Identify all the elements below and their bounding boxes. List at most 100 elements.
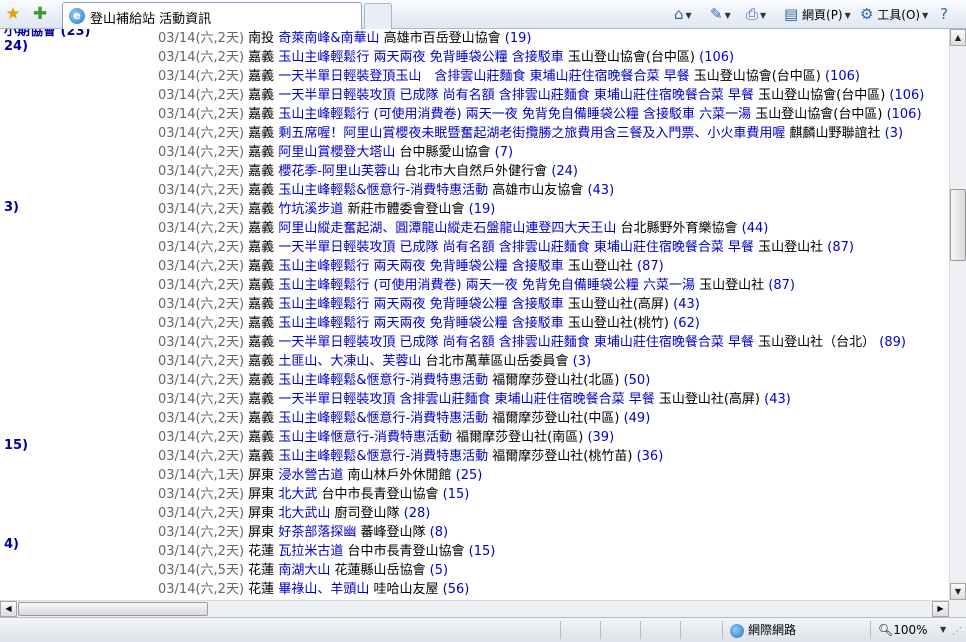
activity-count-link[interactable]: (50) <box>624 373 651 388</box>
activity-link[interactable]: 玉山主峰輕鬆行 兩天兩夜 免背睡袋公糧 含接駁車 <box>278 316 563 331</box>
security-zone[interactable]: 網際網路 <box>730 621 796 639</box>
activity-link[interactable]: 玉山主峰愜意行-消費特惠活動 <box>278 430 452 445</box>
activity-count-link[interactable]: (3) <box>885 126 903 141</box>
activity-link[interactable]: 櫻花季-阿里山芙蓉山 <box>278 164 400 179</box>
page-menu-button[interactable]: ▤ 網頁(P) ▼ <box>784 4 851 24</box>
scroll-thumb[interactable] <box>950 189 966 261</box>
activity-count-link[interactable]: (106) <box>699 50 734 65</box>
activity-count-link[interactable]: (39) <box>587 430 614 445</box>
activity-date: 03/14(六,2天) <box>158 297 245 312</box>
activity-link[interactable]: 剩五席喔！阿里山賞櫻夜未眠暨奮起湖老街攬勝之旅費用含三餐及入門票、小火車費用喔 <box>278 126 785 141</box>
activity-region: 嘉義 <box>248 50 275 65</box>
chevron-down-icon[interactable]: ▼ <box>940 621 946 639</box>
activity-link[interactable]: 瓦拉米古道 <box>278 544 343 559</box>
activity-count-link[interactable]: (87) <box>827 240 854 255</box>
activity-link[interactable]: 玉山主峰輕鬆&愜意行-消費特惠活動 <box>278 373 488 388</box>
favorites-star-icon[interactable]: ★ <box>3 4 23 24</box>
activity-link[interactable]: 北大武山 <box>278 506 330 521</box>
status-bar: 網際網路 🔍︎100% ▼ ⋰ <box>0 617 966 642</box>
activity-link[interactable]: 北大武 <box>278 487 317 502</box>
zoom-level[interactable]: 🔍︎100% <box>878 621 928 639</box>
scroll-down-button[interactable]: ▼ <box>950 583 966 600</box>
activity-link[interactable]: 南湖大山 <box>278 563 330 578</box>
add-favorite-icon[interactable]: ✚ <box>30 4 50 24</box>
scroll-up-button[interactable]: ▲ <box>950 29 966 46</box>
activity-count-link[interactable]: (19) <box>505 31 532 46</box>
activity-count-link[interactable]: (43) <box>764 392 791 407</box>
activity-count-link[interactable]: (5) <box>430 563 448 578</box>
list-item: 03/14(六,2天) 嘉義 玉山主峰輕鬆行 兩天兩夜 免背睡袋公糧 含接駁車 … <box>158 295 700 314</box>
activity-link[interactable]: 玉山主峰輕鬆行 (可使用消費卷) 兩天一夜 免背免自備睡袋公糧 六菜一湯 <box>278 278 695 293</box>
activity-count-link[interactable]: (7) <box>495 145 513 160</box>
tools-menu-button[interactable]: ⚙ 工具(O) ▼ <box>860 4 928 24</box>
activity-region: 嘉義 <box>248 411 275 426</box>
activity-link[interactable]: 玉山主峰輕鬆行 兩天兩夜 免背睡袋公糧 含接駁車 <box>278 50 563 65</box>
feeds-button[interactable]: ✎ ▼ <box>710 4 731 24</box>
activity-link[interactable]: 阿里山賞櫻登大塔山 <box>278 145 395 160</box>
activity-count-link[interactable]: (25) <box>456 468 483 483</box>
scroll-left-button[interactable]: ◀ <box>0 601 17 617</box>
tools-menu-label: 工具(O) <box>877 8 921 22</box>
pen-icon: ✎ <box>710 5 723 23</box>
activity-count-link[interactable]: (28) <box>404 506 431 521</box>
print-button[interactable]: ⎙ ▼ <box>746 4 766 24</box>
activity-count-link[interactable]: (106) <box>889 88 924 103</box>
activity-count-link[interactable]: (43) <box>587 183 614 198</box>
activity-link[interactable]: 竹坑溪步道 <box>278 202 343 217</box>
activity-count-link[interactable]: (106) <box>825 69 860 84</box>
scroll-right-button[interactable]: ▶ <box>932 601 949 617</box>
activity-organizer: 台中市長青登山協會 <box>347 544 465 559</box>
activity-link[interactable]: 土匪山、大凍山、芙蓉山 <box>278 354 421 369</box>
horizontal-scrollbar[interactable]: ◀ ▶ <box>0 600 949 617</box>
left-partial-text: 小期協會 (23) <box>4 29 91 39</box>
activity-link[interactable]: 一天半單日輕裝攻頂 已成隊 尚有名額 含排雲山莊麵食 東埔山莊住宿晚餐合菜 早餐 <box>278 240 754 255</box>
activity-link[interactable]: 好茶部落探幽 <box>278 525 356 540</box>
activity-date: 03/14(六,2天) <box>158 487 245 502</box>
activity-link[interactable]: 玉山主峰輕鬆&愜意行-消費特惠活動 <box>278 183 488 198</box>
activity-count-link[interactable]: (3) <box>573 354 591 369</box>
activity-date: 03/14(六,2天) <box>158 240 245 255</box>
activity-count-link[interactable]: (8) <box>430 525 448 540</box>
help-button[interactable]: ? <box>940 4 948 24</box>
vertical-scrollbar[interactable]: ▲ ▼ <box>949 29 966 600</box>
activity-count-link[interactable]: (19) <box>469 202 496 217</box>
activity-link[interactable]: 一天半單日輕裝攻頂 已成隊 尚有名額 含排雲山莊麵食 東埔山莊住宿晚餐合菜 早餐 <box>278 88 754 103</box>
activity-count-link[interactable]: (49) <box>624 411 651 426</box>
activity-link[interactable]: 畢祿山、羊頭山 <box>278 582 369 597</box>
activity-link[interactable]: 玉山主峰輕鬆行 (可使用消費卷) 兩天一夜 免背免自備睡袋公糧 含接駁車 六菜一… <box>278 107 751 122</box>
activity-count-link[interactable]: (15) <box>469 544 496 559</box>
activity-count-link[interactable]: (89) <box>879 335 906 350</box>
activity-date: 03/14(六,2天) <box>158 449 245 464</box>
activity-count-link[interactable]: (44) <box>742 221 769 236</box>
activity-link[interactable]: 玉山主峰輕鬆行 兩天兩夜 免背睡袋公糧 含接駁車 <box>278 259 563 274</box>
activity-count-link[interactable]: (106) <box>887 107 922 122</box>
resize-grip-icon[interactable]: ⋰ <box>952 626 962 637</box>
activity-count-link[interactable]: (15) <box>443 487 470 502</box>
browser-toolbar: ★ ✚ e 登山補給站 活動資訊 ⌂ ▼ ✎ ▼ ⎙ ▼ ▤ 網頁(P) ▼ ⚙ 工具(… <box>0 0 966 29</box>
activity-count-link[interactable]: (24) <box>551 164 578 179</box>
activity-count-link[interactable]: (43) <box>673 297 700 312</box>
activity-count-link[interactable]: (87) <box>637 259 664 274</box>
activity-link[interactable]: 阿里山縱走奮起湖、圓潭龍山縱走石盤龍山連登四大天王山 <box>278 221 616 236</box>
activity-count-link[interactable]: (62) <box>673 316 700 331</box>
activity-count-link[interactable]: (87) <box>768 278 795 293</box>
activity-link[interactable]: 一天半單日輕裝攻頂 已成隊 尚有名額 含排雲山莊麵食 東埔山莊住宿晚餐合菜 早餐 <box>278 335 754 350</box>
activity-region: 嘉義 <box>248 449 275 464</box>
activity-link[interactable]: 奇萊南峰&南華山 <box>278 31 379 46</box>
activity-link[interactable]: 一天半單日輕裝攻頂 含排雲山莊麵食 東埔山莊住宿晚餐合菜 早餐 <box>278 392 654 407</box>
activity-link[interactable]: 玉山主峰輕鬆行 兩天兩夜 免背睡袋公糧 含接駁車 <box>278 297 563 312</box>
activity-link[interactable]: 玉山主峰輕鬆&愜意行-消費特惠活動 <box>278 411 488 426</box>
activity-count-link[interactable]: (56) <box>443 582 470 597</box>
list-item: 03/14(六,2天) 嘉義 竹坑溪步道 新莊市體委會登山會 (19) <box>158 200 495 219</box>
home-button[interactable]: ⌂ ▼ <box>674 4 692 24</box>
activity-link[interactable]: 浸水營古道 <box>278 468 343 483</box>
horizontal-scroll-thumb[interactable] <box>18 602 208 616</box>
tab-active[interactable]: e 登山補給站 活動資訊 <box>62 2 362 29</box>
page-content: 小期協會 (23) 24) 3) 15) 4) 03/14(六,2天) 南投 奇… <box>0 29 949 600</box>
new-tab-button[interactable] <box>364 3 392 29</box>
activity-link[interactable]: 玉山主峰輕鬆&愜意行-消費特惠活動 <box>278 449 488 464</box>
activity-count-link[interactable]: (36) <box>637 449 664 464</box>
activity-link[interactable]: 一天半單日輕裝登頂玉山 含排雲山莊麵食 東埔山莊住宿晚餐合菜 早餐 <box>278 69 689 84</box>
activity-region: 嘉義 <box>248 297 275 312</box>
chevron-down-icon: ▼ <box>844 10 851 20</box>
